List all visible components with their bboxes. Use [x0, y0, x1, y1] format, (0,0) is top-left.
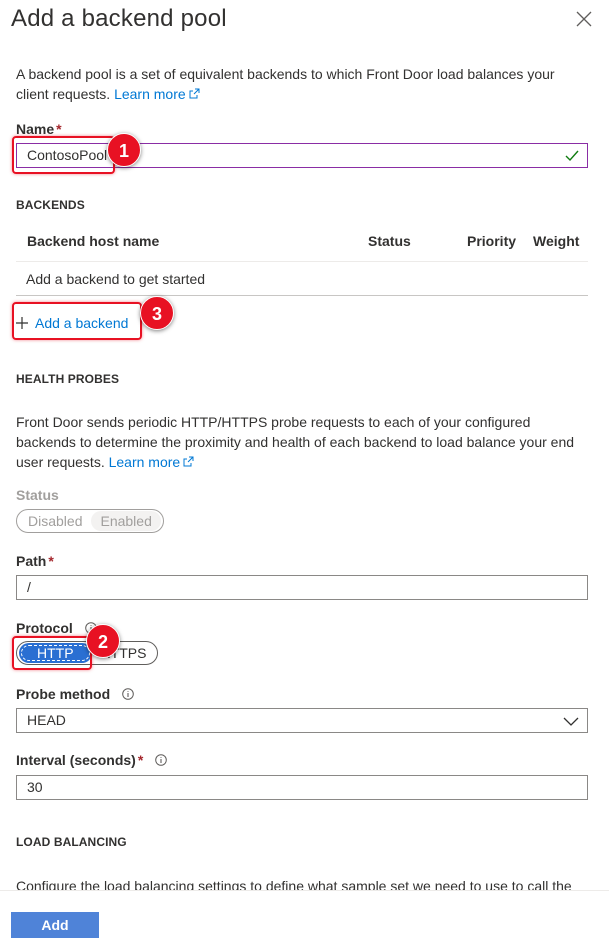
callout-badge-1: 1 — [107, 133, 141, 167]
path-label: Path * — [16, 553, 54, 569]
backends-heading: BACKENDS — [16, 198, 85, 212]
probe-method-dropdown[interactable]: HEAD — [16, 708, 588, 733]
empty-table-message: Add a backend to get started — [26, 271, 206, 287]
external-link-icon — [189, 88, 200, 99]
path-input[interactable]: / — [16, 575, 588, 600]
intro-description: A backend pool is a set of equivalent ba… — [16, 64, 586, 104]
column-status[interactable]: Status — [368, 233, 411, 249]
health-probes-description: Front Door sends periodic HTTP/HTTPS pro… — [16, 412, 586, 472]
callout-badge-3: 3 — [140, 296, 174, 330]
close-icon[interactable] — [575, 10, 593, 28]
table-row: Add a backend to get started — [16, 262, 588, 296]
backends-table: Backend host name Status Priority Weight… — [16, 224, 588, 296]
interval-label: Interval (seconds) * — [16, 752, 167, 768]
health-probes-learn-more-link[interactable]: Learn more — [109, 454, 195, 470]
intro-text: A backend pool is a set of equivalent ba… — [16, 66, 555, 102]
callout-box-add-backend — [12, 302, 142, 340]
name-label: Name * — [16, 121, 62, 137]
load-balancing-heading: LOAD BALANCING — [16, 835, 127, 849]
health-probes-text: Front Door sends periodic HTTP/HTTPS pro… — [16, 414, 575, 470]
health-probes-heading: HEALTH PROBES — [16, 372, 120, 386]
callout-badge-2: 2 — [86, 624, 120, 658]
status-toggle: Disabled Enabled — [16, 509, 164, 533]
info-icon[interactable] — [155, 754, 167, 766]
column-priority[interactable]: Priority — [467, 233, 516, 249]
probe-method-label: Probe method — [16, 686, 134, 702]
chevron-down-icon — [563, 717, 579, 726]
callout-box-name — [12, 136, 115, 174]
callout-box-protocol — [12, 636, 92, 670]
external-link-icon — [183, 456, 194, 467]
status-option-enabled: Enabled — [91, 511, 161, 531]
status-option-disabled: Disabled — [28, 513, 83, 529]
panel-title: Add a backend pool — [11, 5, 227, 32]
intro-learn-more-link[interactable]: Learn more — [114, 86, 200, 102]
panel-body[interactable]: A backend pool is a set of equivalent ba… — [0, 48, 609, 890]
load-balancing-description: Configure the load balancing settings to… — [16, 878, 572, 890]
add-button[interactable]: Add — [11, 912, 99, 938]
column-backend-host-name[interactable]: Backend host name — [27, 233, 159, 249]
info-icon[interactable] — [122, 688, 134, 700]
checkmark-icon — [565, 150, 579, 162]
column-weight[interactable]: Weight — [533, 233, 579, 249]
panel-footer: Add — [0, 890, 609, 948]
status-label: Status — [16, 487, 59, 503]
interval-input[interactable]: 30 — [16, 775, 588, 800]
protocol-label: Protocol — [16, 620, 97, 636]
table-header: Backend host name Status Priority Weight — [16, 224, 588, 262]
